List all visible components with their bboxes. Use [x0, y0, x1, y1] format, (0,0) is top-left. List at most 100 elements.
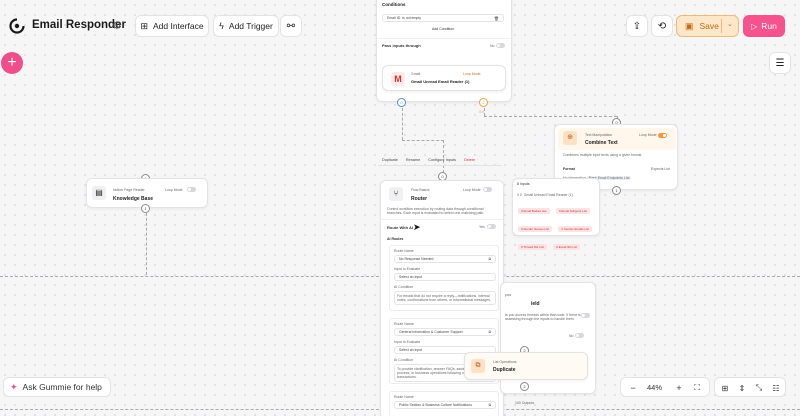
flow-edge [146, 208, 147, 275]
input-chip[interactable]: 0 Sender Names List [518, 226, 553, 232]
webhook-button[interactable]: ⚯ [280, 15, 302, 37]
partial-toggle-2[interactable] [575, 333, 585, 338]
combine-format-label: Format [563, 167, 575, 171]
settings-gear-icon[interactable]: ⚙ [112, 19, 122, 32]
input-evaluate-select[interactable]: Select an input [394, 273, 496, 281]
save-label: Save [699, 21, 719, 31]
save-icon: ▣ [685, 20, 694, 31]
port[interactable]: 1 [141, 204, 150, 213]
route-with-ai-toggle[interactable] [486, 224, 496, 229]
combine-node-title: Combine Text [585, 140, 618, 146]
conditions-node[interactable]: Conditions Email ID is not empty 🗑 Add C… [376, 0, 512, 102]
list-icon: ⧉ [471, 359, 485, 373]
gmail-node[interactable]: M Gmail Loop Mode Gmail Unread Email Rea… [382, 65, 506, 91]
add-interface-button[interactable]: ⊞ Add Interface [135, 15, 209, 37]
add-node-button[interactable]: + [1, 52, 23, 74]
route-name-input[interactable]: No Response Needed ⧉ [394, 255, 496, 263]
knowledge-loop-mode: Loop Mode [165, 188, 183, 192]
configure-inputs-action[interactable]: Configure Inputs [428, 158, 456, 162]
share-icon: ⇪ [632, 20, 642, 32]
copy-icon[interactable]: ⧉ [489, 330, 492, 334]
input-chip[interactable]: 0 Email IDs List [553, 244, 581, 250]
ask-gummie-label: Ask Gummie for help [22, 382, 102, 392]
combine-desc: Combines multiple input texts using a gi… [563, 153, 643, 157]
route-card[interactable]: Route Name Public Section & Business Cul… [389, 391, 499, 416]
route-card[interactable]: Route Name No Response Needed ⧉ Input to … [389, 245, 499, 311]
rename-action[interactable]: Rename [406, 158, 420, 162]
view-controls: ⊞ ⇕ ⤡ ☷ [714, 377, 786, 397]
collapse-icon[interactable]: ⤡ [751, 380, 767, 396]
run-label: Run [761, 21, 777, 31]
route-name-value: General Information & Customer Support [399, 330, 463, 334]
route-name-value: No Response Needed [399, 257, 434, 261]
router-tag: Flow Basics [411, 188, 430, 192]
run-button[interactable]: ▷ Run [743, 15, 785, 37]
ai-condition-label: AI Condition [394, 285, 414, 289]
input-chip[interactable]: 0 Sender Emails List [558, 226, 592, 232]
inputs-panel[interactable]: 8 Inputs 0 0. Gmail Unread Email Reader … [512, 178, 600, 250]
zoom-in-button[interactable]: + [671, 380, 687, 396]
grid-icon[interactable]: ⊞ [717, 380, 733, 396]
node-toolbar: Duplicate Rename Configure Inputs Delete [382, 158, 475, 162]
history-button[interactable]: ⟲ [651, 15, 673, 37]
chevron-down-icon[interactable]: ⌄ [727, 20, 733, 28]
add-interface-icon: ⊞ [140, 20, 148, 31]
duplicate-action[interactable]: Duplicate [382, 158, 398, 162]
combine-loop-toggle[interactable] [658, 133, 667, 138]
condition-field[interactable]: Email ID is not empty 🗑 [382, 14, 504, 22]
ask-gummie-button[interactable]: ✦ Ask Gummie for help [3, 377, 111, 397]
zoom-controls: − 44% + ⛶ [620, 377, 710, 397]
input-chip[interactable]: 0 Email Subjects List [555, 208, 590, 214]
list-icon: ☰ [775, 57, 785, 69]
input-chip[interactable]: 0 Thread IDs List [518, 244, 547, 250]
flow-edge [484, 108, 485, 116]
play-icon: ▷ [751, 21, 758, 31]
route-name-input[interactable]: Public Section & Business Culture Notifi… [394, 401, 496, 409]
copy-icon[interactable]: ⧉ [489, 403, 492, 407]
partial-desc: ts you access threads within that node. … [505, 313, 586, 321]
trash-icon[interactable]: 🗑 [494, 16, 499, 21]
combine-tag: Text Manipulation [585, 133, 613, 137]
partial-header: pics [505, 293, 512, 297]
delete-action[interactable]: Delete [464, 158, 475, 162]
fit-view-icon[interactable]: ⛶ [689, 380, 705, 396]
outline-button[interactable]: ☰ [769, 52, 791, 74]
zoom-out-button[interactable]: − [625, 380, 641, 396]
expand-vertical-icon[interactable]: ⇕ [734, 380, 750, 396]
knowledge-node-title: Knowledge Base [113, 196, 154, 202]
knowledge-loop-toggle[interactable] [187, 187, 196, 192]
inputs-panel-title: 8 Inputs [517, 182, 530, 186]
ai-condition-text[interactable]: For emails that do not require a reply—n… [394, 291, 496, 305]
document-icon: ▤ [92, 186, 106, 200]
pass-inputs-toggle[interactable] [496, 43, 506, 48]
knowledge-tag: Notion Page Reader [113, 188, 145, 192]
input-chip[interactable]: 0 Email Bodies List [518, 208, 550, 214]
input-evaluate-value: Select an input [399, 275, 423, 279]
duplicate-node-title: Duplicate [493, 367, 516, 373]
route-name-label: Route Name [394, 395, 414, 399]
route-name-label: Route Name [394, 249, 414, 253]
route-with-ai-label: Route With AI [387, 225, 414, 230]
save-button[interactable]: ▣ Save ⌄ [676, 15, 739, 37]
ai-condition-label: AI Condition [394, 358, 414, 362]
route-with-ai-value: Yes [479, 224, 485, 229]
route-name-input[interactable]: General Information & Customer Support ⧉ [394, 328, 496, 336]
partial-toggle[interactable] [581, 313, 590, 318]
duplicate-node[interactable]: ⧉ List Operations Duplicate [464, 352, 588, 380]
port[interactable]: 2 [479, 98, 488, 107]
port[interactable]: 2 [520, 382, 529, 391]
port[interactable]: 0 [397, 98, 406, 107]
copy-icon[interactable]: ⧉ [489, 257, 492, 261]
share-button[interactable]: ⇪ [626, 15, 648, 37]
router-node-title: Router [411, 196, 428, 202]
add-condition-button[interactable]: Add Condition [382, 25, 504, 33]
route-name-label: Route Name [394, 322, 414, 326]
filter-sliders-icon[interactable]: ☷ [768, 380, 784, 396]
route-name-value: Public Section & Business Culture Notifi… [399, 403, 472, 407]
router-node[interactable]: ⑂ Flow Basics Loop Mode Router Control w… [380, 180, 504, 416]
input-evaluate-label: Input to Evaluate [394, 340, 421, 344]
add-trigger-button[interactable]: ϟ Add Trigger [213, 15, 279, 37]
port[interactable]: 1 [612, 186, 621, 195]
gmail-loop-mode: Loop Mode [463, 72, 481, 76]
router-loop-toggle[interactable] [483, 187, 492, 192]
